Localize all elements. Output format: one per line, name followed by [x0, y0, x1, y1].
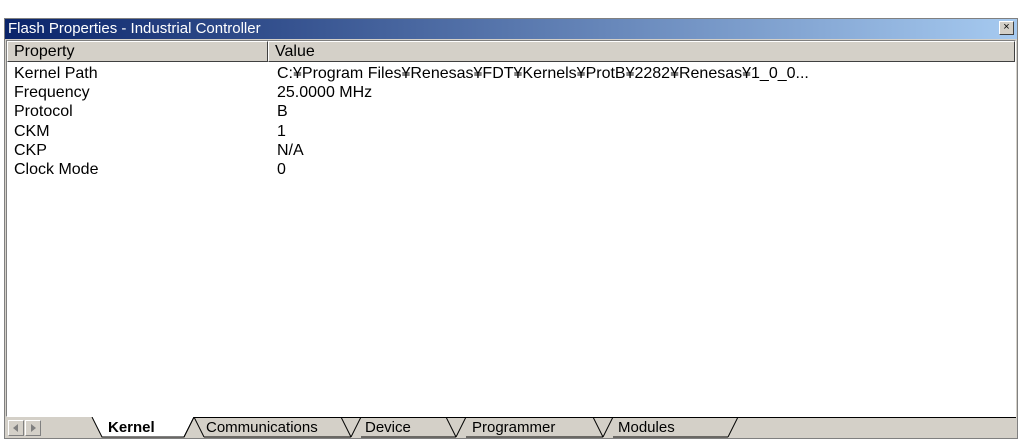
property-name: CKP	[14, 141, 47, 159]
table-row[interactable]: Protocol B	[7, 102, 1015, 121]
tab-scroll-left-button[interactable]	[8, 420, 24, 436]
triangle-left-icon	[13, 424, 18, 432]
table-body: Kernel Path C:¥Program Files¥Renesas¥FDT…	[7, 64, 1015, 179]
table-row[interactable]: Clock Mode 0	[7, 160, 1015, 179]
tab-communications[interactable]: Communications	[206, 419, 318, 436]
table-row[interactable]: Frequency 25.0000 MHz	[7, 83, 1015, 102]
tab-modules[interactable]: Modules	[618, 419, 675, 436]
close-icon: ×	[1003, 21, 1010, 33]
title-bar[interactable]: Flash Properties - Industrial Controller…	[5, 19, 1017, 39]
property-value: 0	[277, 160, 286, 178]
tab-programmer[interactable]: Programmer	[472, 419, 555, 436]
close-button[interactable]: ×	[999, 21, 1014, 35]
properties-table: Property Value Kernel Path C:¥Program Fi…	[6, 40, 1016, 417]
table-header: Property Value	[7, 41, 1015, 62]
property-name: Clock Mode	[14, 160, 99, 178]
column-header-property[interactable]: Property	[7, 41, 268, 62]
table-row[interactable]: CKP N/A	[7, 141, 1015, 160]
window-title: Flash Properties - Industrial Controller	[8, 20, 261, 37]
triangle-right-icon	[31, 424, 36, 432]
tab-kernel[interactable]: Kernel	[108, 419, 155, 436]
property-value: 1	[277, 122, 286, 140]
property-name: CKM	[14, 122, 50, 140]
property-value: N/A	[277, 141, 304, 159]
property-value: 25.0000 MHz	[277, 84, 373, 102]
property-value: B	[277, 103, 288, 121]
tab-scroll-right-button[interactable]	[25, 420, 41, 436]
property-name: Frequency	[14, 84, 90, 102]
tab-bar: Kernel Communications Device Programmer …	[6, 417, 1016, 438]
flash-properties-window: Flash Properties - Industrial Controller…	[4, 18, 1018, 439]
property-name: Protocol	[14, 103, 73, 121]
property-value: C:¥Program Files¥Renesas¥FDT¥Kernels¥Pro…	[277, 65, 809, 82]
table-row[interactable]: CKM 1	[7, 122, 1015, 141]
column-header-value[interactable]: Value	[268, 41, 1015, 62]
property-name: Kernel Path	[14, 65, 98, 82]
table-row[interactable]: Kernel Path C:¥Program Files¥Renesas¥FDT…	[7, 64, 1015, 83]
tab-device[interactable]: Device	[365, 419, 411, 436]
